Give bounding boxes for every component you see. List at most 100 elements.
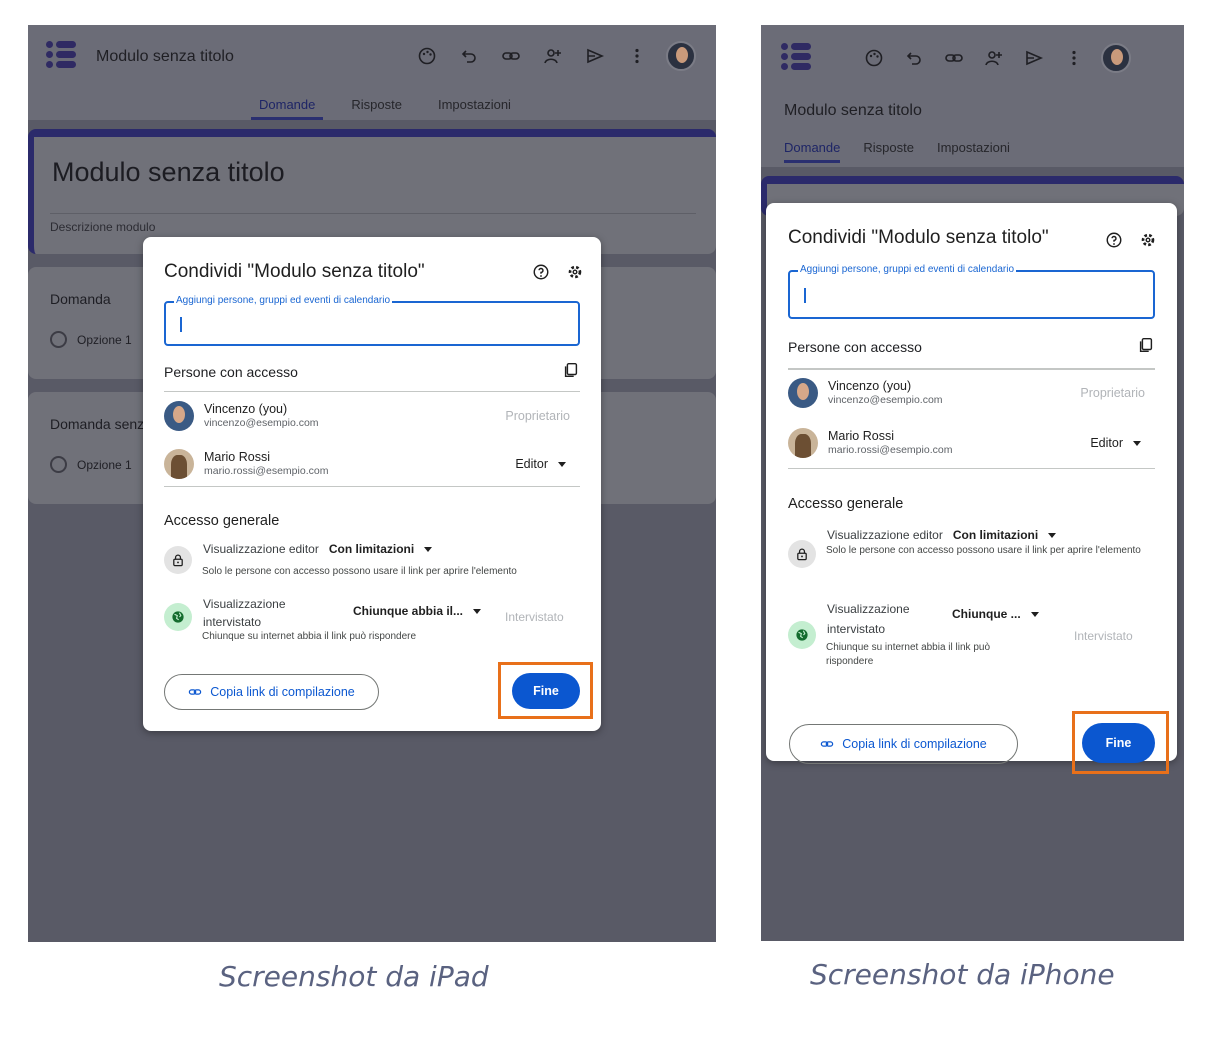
account-avatar[interactable] <box>1101 43 1131 73</box>
copy-emails-icon[interactable] <box>1137 336 1155 357</box>
copy-link-button[interactable]: Copia link di compilazione <box>789 724 1018 764</box>
radio-icon <box>50 331 67 348</box>
person-row: Vincenzo (you) vincenzo@esempio.com Prop… <box>788 378 1155 408</box>
respondent-view-label: Visualizzazione intervistato <box>203 597 286 629</box>
add-people-input[interactable]: Aggiungi persone, gruppi ed eventi di ca… <box>788 264 1155 319</box>
person-email: mario.rossi@esempio.com <box>828 444 953 456</box>
copy-emails-icon[interactable] <box>562 361 580 382</box>
forms-logo-icon <box>781 41 811 73</box>
respondent-view-label: Visualizzazione intervistato <box>827 602 910 636</box>
lock-icon <box>164 546 192 574</box>
editor-access-dropdown[interactable]: Con limitazioni <box>329 542 414 556</box>
divider <box>164 391 580 392</box>
role-label: Editor <box>515 457 548 471</box>
person-row: Mario Rossi mario.rossi@esempio.com Edit… <box>164 449 580 479</box>
forms-logo-icon <box>46 39 76 71</box>
people-with-access-header: Persone con accesso <box>164 363 298 380</box>
radio-icon <box>50 456 67 473</box>
done-button[interactable]: Fine <box>1082 723 1155 763</box>
link-icon[interactable] <box>498 43 524 69</box>
tab-domande[interactable]: Domande <box>251 97 324 120</box>
send-icon[interactable] <box>582 43 608 69</box>
respondent-access-dropdown[interactable]: Chiunque ... <box>952 607 1039 621</box>
more-vert-icon[interactable] <box>624 43 650 69</box>
help-icon[interactable] <box>531 262 551 282</box>
general-access-header: Accesso generale <box>164 513 280 529</box>
avatar <box>164 449 194 479</box>
help-icon[interactable] <box>1104 230 1124 250</box>
app-header: Modulo senza titolo Domande Risposte Imp… <box>761 25 1184 167</box>
iphone-screenshot: Modulo senza titolo Domande Risposte Imp… <box>761 25 1184 941</box>
add-people-label: Aggiungi persone, gruppi ed eventi di ca… <box>174 295 393 306</box>
tab-impostazioni[interactable]: Impostazioni <box>430 97 519 120</box>
owner-role: Proprietario <box>1080 386 1145 400</box>
divider <box>164 486 580 487</box>
owner-role: Proprietario <box>505 409 570 423</box>
option-label: Opzione 1 <box>77 457 132 472</box>
app-title: Modulo senza titolo <box>784 102 922 119</box>
respondent-access-dropdown[interactable]: Chiunque abbia il... <box>353 604 482 618</box>
copy-link-label: Copia link di compilazione <box>210 685 355 699</box>
dropdown-arrow-icon <box>473 608 482 614</box>
role-dropdown[interactable]: Editor <box>515 457 566 471</box>
more-vert-icon[interactable] <box>1061 45 1087 71</box>
add-collaborator-icon[interactable] <box>540 43 566 69</box>
tab-risposte[interactable]: Risposte <box>863 140 914 163</box>
dropdown-arrow-icon <box>1133 440 1141 446</box>
respondent-access-value: Chiunque abbia il... <box>353 604 464 618</box>
settings-gear-icon[interactable] <box>1138 230 1158 250</box>
form-description: Descrizione modulo <box>50 213 696 234</box>
palette-icon[interactable] <box>861 45 887 71</box>
ipad-screenshot: Modulo senza titolo Domande Risposte Imp… <box>28 25 716 942</box>
add-collaborator-icon[interactable] <box>981 45 1007 71</box>
people-with-access-header: Persone con accesso <box>788 338 922 355</box>
form-title: Modulo senza titolo <box>52 157 285 187</box>
text-cursor <box>804 288 806 303</box>
editor-view-label: Visualizzazione editor <box>827 528 943 542</box>
tab-risposte[interactable]: Risposte <box>343 97 410 120</box>
editor-view-label: Visualizzazione editor <box>203 542 319 556</box>
person-name: Vincenzo (you) <box>204 402 288 416</box>
dropdown-arrow-icon[interactable] <box>1048 532 1057 538</box>
person-email: mario.rossi@esempio.com <box>204 465 329 477</box>
link-icon <box>821 741 834 747</box>
avatar <box>788 378 818 408</box>
done-button[interactable]: Fine <box>512 673 580 709</box>
globe-icon <box>164 603 192 631</box>
person-name: Mario Rossi <box>204 450 270 464</box>
person-name: Vincenzo (you) <box>828 379 912 393</box>
option-label: Opzione 1 <box>77 332 132 347</box>
dropdown-arrow-icon[interactable] <box>424 546 433 552</box>
add-people-input[interactable]: Aggiungi persone, gruppi ed eventi di ca… <box>164 295 580 346</box>
tab-domande[interactable]: Domande <box>784 140 841 163</box>
tab-impostazioni[interactable]: Impostazioni <box>937 140 1010 163</box>
respondent-access-description: Chiunque su internet abbia il link può r… <box>826 642 990 667</box>
add-people-label: Aggiungi persone, gruppi ed eventi di ca… <box>798 264 1017 275</box>
person-row: Vincenzo (you) vincenzo@esempio.com Prop… <box>164 401 580 431</box>
palette-icon[interactable] <box>414 43 440 69</box>
globe-icon <box>788 621 816 649</box>
link-icon[interactable] <box>941 45 967 71</box>
respondent-access-description: Chiunque su internet abbia il link può r… <box>202 631 417 642</box>
copy-link-label: Copia link di compilazione <box>842 737 987 751</box>
undo-icon[interactable] <box>901 45 927 71</box>
dropdown-arrow-icon <box>1030 611 1039 617</box>
send-icon[interactable] <box>1021 45 1047 71</box>
dialog-title: Condividi "Modulo senza titolo" <box>788 227 1049 248</box>
role-dropdown[interactable]: Editor <box>1090 436 1141 450</box>
editor-access-description: Solo le persone con accesso possono usar… <box>202 566 517 577</box>
general-access-header: Accesso generale <box>788 496 904 512</box>
account-avatar[interactable] <box>666 41 696 71</box>
undo-icon[interactable] <box>456 43 482 69</box>
person-name: Mario Rossi <box>828 429 894 443</box>
avatar <box>788 428 818 458</box>
editor-access-dropdown[interactable]: Con limitazioni <box>953 528 1038 542</box>
settings-gear-icon[interactable] <box>565 262 585 282</box>
respondent-role: Intervistato <box>505 610 564 624</box>
copy-link-button[interactable]: Copia link di compilazione <box>164 674 379 710</box>
question-title: Domanda <box>50 291 111 307</box>
person-email: vincenzo@esempio.com <box>204 417 319 429</box>
avatar <box>164 401 194 431</box>
share-dialog: Condividi "Modulo senza titolo" Aggiungi… <box>143 237 601 731</box>
divider <box>788 468 1155 469</box>
